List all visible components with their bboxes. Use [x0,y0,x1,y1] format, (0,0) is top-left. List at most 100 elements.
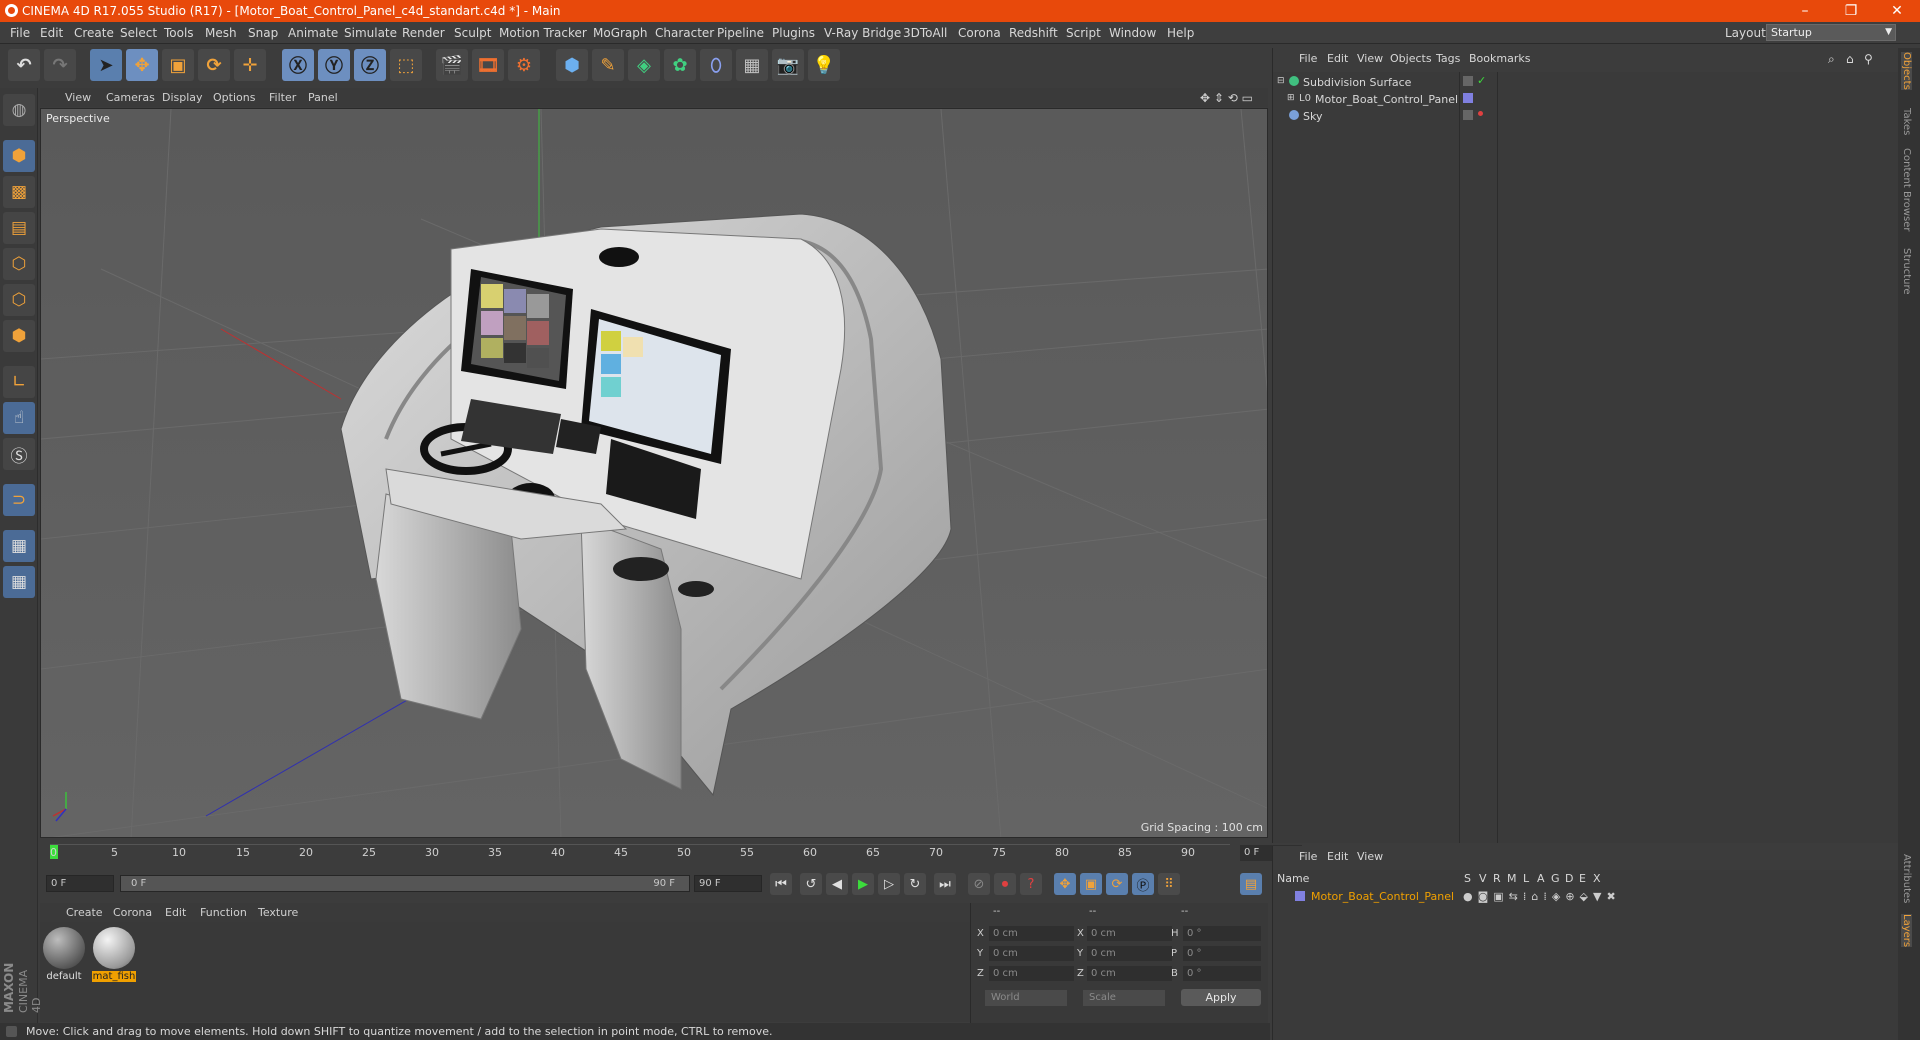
layers-menu-file[interactable]: File [1299,850,1317,863]
move-tool-icon[interactable]: ✥ [126,49,158,81]
y-axis-lock-icon[interactable]: Ⓨ [318,49,350,81]
objects-menu-file[interactable]: File [1299,52,1317,65]
perspective-viewport[interactable]: Perspective Grid Spacing : 100 cm [40,108,1268,838]
next-key-icon[interactable]: ↻ [904,873,926,895]
viewport-menu-options[interactable]: Options [213,91,255,104]
material-menu-texture[interactable]: Texture [258,906,298,919]
rotation-p-field[interactable]: 0 ° [1183,946,1261,961]
key-rotation-icon[interactable]: ⟳ [1106,873,1128,895]
menu-corona[interactable]: Corona [958,26,1001,40]
layers-menu-view[interactable]: View [1357,850,1383,863]
menu-tools[interactable]: Tools [164,26,194,40]
layout-dropdown[interactable]: Startup ▼ [1766,24,1896,41]
menu-mograph[interactable]: MoGraph [593,26,648,40]
light-object-icon[interactable]: 💡 [808,49,840,81]
undo-icon[interactable]: ↶ [8,49,40,81]
viewport-menu-panel[interactable]: Panel [308,91,338,104]
tab-structure[interactable]: Structure [1901,248,1912,295]
play-icon[interactable]: ▶ [852,873,874,895]
home-icon[interactable]: ⌂ [1846,52,1854,66]
size-x-field[interactable]: 0 cm [1087,926,1172,941]
pen-spline-icon[interactable]: ✎ [592,49,624,81]
position-y-field[interactable]: 0 cm [989,946,1074,961]
objects-menu-bookmarks[interactable]: Bookmarks [1469,52,1530,65]
redo-icon[interactable]: ↷ [44,49,76,81]
transform-tool-icon[interactable]: ✛ [234,49,266,81]
frame-ruler[interactable]: 0 5 10 15 20 25 30 35 40 45 50 55 60 65 … [50,844,1230,862]
camera-object-icon[interactable]: 📷 [772,49,804,81]
go-to-start-icon[interactable]: ⏮ [770,873,792,895]
object-row[interactable]: Sky [1273,108,1898,125]
key-position-icon[interactable]: ✥ [1054,873,1076,895]
objects-menu-objects[interactable]: Objects [1390,52,1432,65]
tweak-mode-icon[interactable]: ☝ [3,402,35,434]
workplane-lock-icon[interactable]: ▦ [3,530,35,562]
objects-menu-edit[interactable]: Edit [1327,52,1348,65]
menu-window[interactable]: Window [1109,26,1156,40]
timeline-ruler[interactable]: 0 5 10 15 20 25 30 35 40 45 50 55 60 65 … [40,840,1302,864]
keyframe-selection-icon[interactable]: ? [1020,873,1042,895]
menu-create[interactable]: Create [74,26,114,40]
layer-color-icon[interactable] [1295,891,1305,901]
render-settings-icon[interactable]: ⚙ [508,49,540,81]
points-mode-icon[interactable]: ⬡ [3,248,35,280]
layer-icon[interactable] [1463,76,1473,86]
rotation-b-field[interactable]: 0 ° [1183,966,1261,981]
objects-menu-view[interactable]: View [1357,52,1383,65]
rotate-tool-icon[interactable]: ⟳ [198,49,230,81]
layers-menu-edit[interactable]: Edit [1327,850,1348,863]
key-scale-icon[interactable]: ▣ [1080,873,1102,895]
axis-mode-icon[interactable]: ∟ [3,366,35,398]
rotation-h-field[interactable]: 0 ° [1183,926,1261,941]
objects-menu-tags[interactable]: Tags [1436,52,1460,65]
menu-help[interactable]: Help [1167,26,1194,40]
record-keys-icon[interactable]: ⊘ [968,873,990,895]
make-editable-icon[interactable]: ◍ [3,94,35,126]
menu-animate[interactable]: Animate [288,26,338,40]
menu-character[interactable]: Character [655,26,714,40]
viewport-menu-filter[interactable]: Filter [269,91,296,104]
scale-tool-icon[interactable]: ▣ [162,49,194,81]
viewport-menu-display[interactable]: Display [162,91,203,104]
menu-edit[interactable]: Edit [40,26,63,40]
end-frame-field[interactable]: 90 F [694,875,762,892]
filter-icon[interactable]: ⚲ [1864,52,1873,66]
restore-button[interactable]: ❐ [1828,0,1874,22]
menu-redshift[interactable]: Redshift [1009,26,1058,40]
menu-pipeline[interactable]: Pipeline [717,26,764,40]
preview-range-slider[interactable]: 0 F 90 F [120,875,690,892]
layer-toggle-icons[interactable]: ●◙▣⇆⁞⌂⁞◈⊕⬙▼✖ [1463,890,1621,903]
autokey-icon[interactable]: ⏺ [994,873,1016,895]
size-y-field[interactable]: 0 cm [1087,946,1172,961]
menu-render[interactable]: Render [402,26,445,40]
material-menu-function[interactable]: Function [200,906,247,919]
menu-plugins[interactable]: Plugins [772,26,815,40]
tab-attributes[interactable]: Attributes [1901,854,1912,903]
deformer-icon[interactable]: ⬯ [700,49,732,81]
layer-color-icon[interactable] [1463,93,1473,103]
polygons-mode-icon[interactable]: ⬢ [3,320,35,352]
tab-layers[interactable]: Layers [1901,914,1912,948]
tab-takes[interactable]: Takes [1901,108,1912,135]
go-to-end-icon[interactable]: ⏭ [934,873,956,895]
floor-object-icon[interactable]: ▦ [736,49,768,81]
material-menu-create[interactable]: Create [66,906,103,919]
material-menu-edit[interactable]: Edit [165,906,186,919]
viewport-menu-cameras[interactable]: Cameras [106,91,155,104]
menu-motion-tracker[interactable]: Motion Tracker [499,26,587,40]
layer-row[interactable]: Motor_Boat_Control_Panel ●◙▣⇆⁞⌂⁞◈⊕⬙▼✖ [1273,888,1898,905]
menu-file[interactable]: File [10,26,30,40]
close-button[interactable]: ✕ [1874,0,1920,22]
material-menu-corona[interactable]: Corona [113,906,152,919]
menu-mesh[interactable]: Mesh [205,26,237,40]
scale-dropdown[interactable]: Scale [1083,990,1165,1006]
render-to-picture-viewer-icon[interactable]: 🎞 [472,49,504,81]
object-row[interactable]: ⊟ Subdivision Surface ✓ [1273,74,1898,91]
live-selection-icon[interactable]: ➤ [90,49,122,81]
tab-objects[interactable]: Objects [1901,52,1912,90]
texture-mode-icon[interactable]: ▩ [3,176,35,208]
render-view-icon[interactable]: 🎬 [436,49,468,81]
start-frame-field[interactable]: 0 F [46,875,114,892]
edges-mode-icon[interactable]: ⬡ [3,284,35,316]
apply-button[interactable]: Apply [1181,989,1261,1006]
